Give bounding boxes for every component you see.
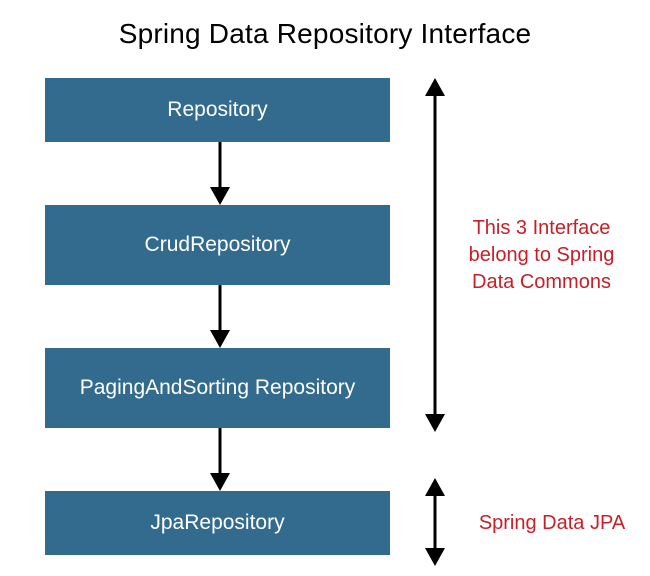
arrow-down-icon — [210, 428, 230, 491]
box-crud-repository: CrudRepository — [45, 205, 390, 285]
double-arrow-vertical-icon — [424, 478, 446, 566]
box-paging-and-sorting-repository: PagingAndSorting Repository — [45, 348, 390, 428]
arrow-down-icon — [210, 285, 230, 348]
page-title: Spring Data Repository Interface — [0, 0, 650, 60]
double-arrow-vertical-icon — [424, 78, 446, 432]
annotation-jpa: Spring Data JPA — [472, 510, 632, 537]
diagram: Repository CrudRepository PagingAndSorti… — [45, 70, 605, 560]
box-repository: Repository — [45, 78, 390, 142]
box-jpa-repository: JpaRepository — [45, 491, 390, 555]
annotation-commons: This 3 Interface belong to Spring Data C… — [459, 215, 624, 296]
arrow-down-icon — [210, 142, 230, 205]
